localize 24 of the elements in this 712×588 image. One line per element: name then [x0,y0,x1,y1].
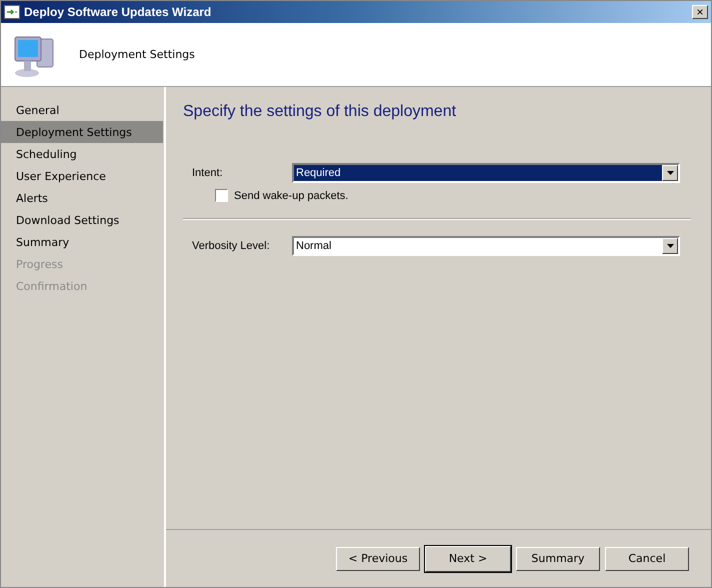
field-label: Verbosity Level: [192,240,271,252]
wizard-button[interactable]: Next > [425,546,511,572]
section-heading: Specify the settings of this deployment [183,103,458,121]
page-title: Deployment Settings [79,48,195,61]
close-button[interactable]: × [692,5,708,19]
wizard-button[interactable]: Cancel [605,546,689,570]
checkbox-label: Send wake-up packets. [234,190,348,202]
sidebar-item[interactable]: Download Settings [1,209,163,231]
sidebar-item[interactable]: Summary [1,231,163,253]
caret-icon [666,171,674,175]
window-title: Deploy Software Updates Wizard [24,5,212,19]
checkbox[interactable] [215,189,228,202]
sidebar-item[interactable]: General [1,99,163,121]
wizard-icon [4,5,20,19]
sidebar-item[interactable]: Scheduling [1,143,163,165]
wizard-button[interactable]: Summary [516,546,600,570]
caret-icon [666,244,674,248]
wizard-button[interactable]: < Previous [336,546,420,570]
dropdown-field[interactable]: Normal [292,236,680,256]
sidebar-item[interactable]: Deployment Settings [1,121,163,143]
field-label: Intent: [192,167,224,179]
sidebar-item[interactable]: Alerts [1,187,163,209]
dropdown-field[interactable]: Required [292,163,680,183]
sidebar-item[interactable]: User Experience [1,165,163,187]
